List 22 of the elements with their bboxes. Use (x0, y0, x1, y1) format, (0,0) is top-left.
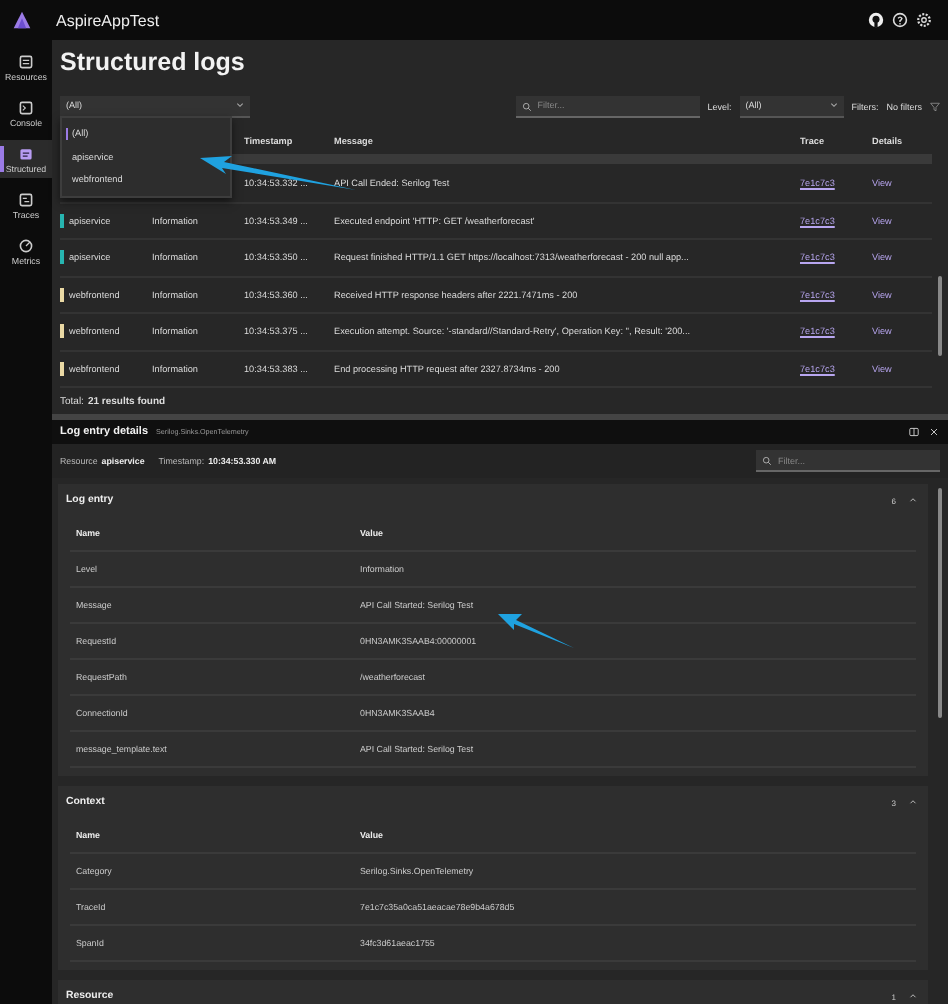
list-icon (18, 53, 34, 69)
filter-icon[interactable] (930, 101, 940, 111)
app-title: AspireAppTest (56, 11, 160, 29)
document-icon (18, 145, 34, 161)
terminal-icon (18, 99, 34, 115)
search-icon (762, 456, 772, 466)
list-icon (18, 191, 34, 207)
github-icon[interactable] (868, 12, 884, 28)
chevron-icon (829, 102, 838, 108)
settings-icon[interactable] (916, 12, 932, 28)
page-title: Structured logs (58, 46, 247, 80)
caret-icon[interactable] (908, 992, 918, 1000)
caret-icon[interactable] (908, 496, 918, 504)
split-view-icon[interactable] (908, 426, 920, 438)
arrow-annotation (498, 612, 576, 650)
help-icon[interactable] (892, 12, 908, 28)
caret-icon[interactable] (908, 798, 918, 806)
chevron-icon (236, 102, 244, 108)
logo-icon[interactable] (12, 10, 32, 30)
search-icon (521, 101, 532, 111)
gauge-icon (18, 237, 34, 253)
close-icon[interactable] (928, 426, 940, 438)
